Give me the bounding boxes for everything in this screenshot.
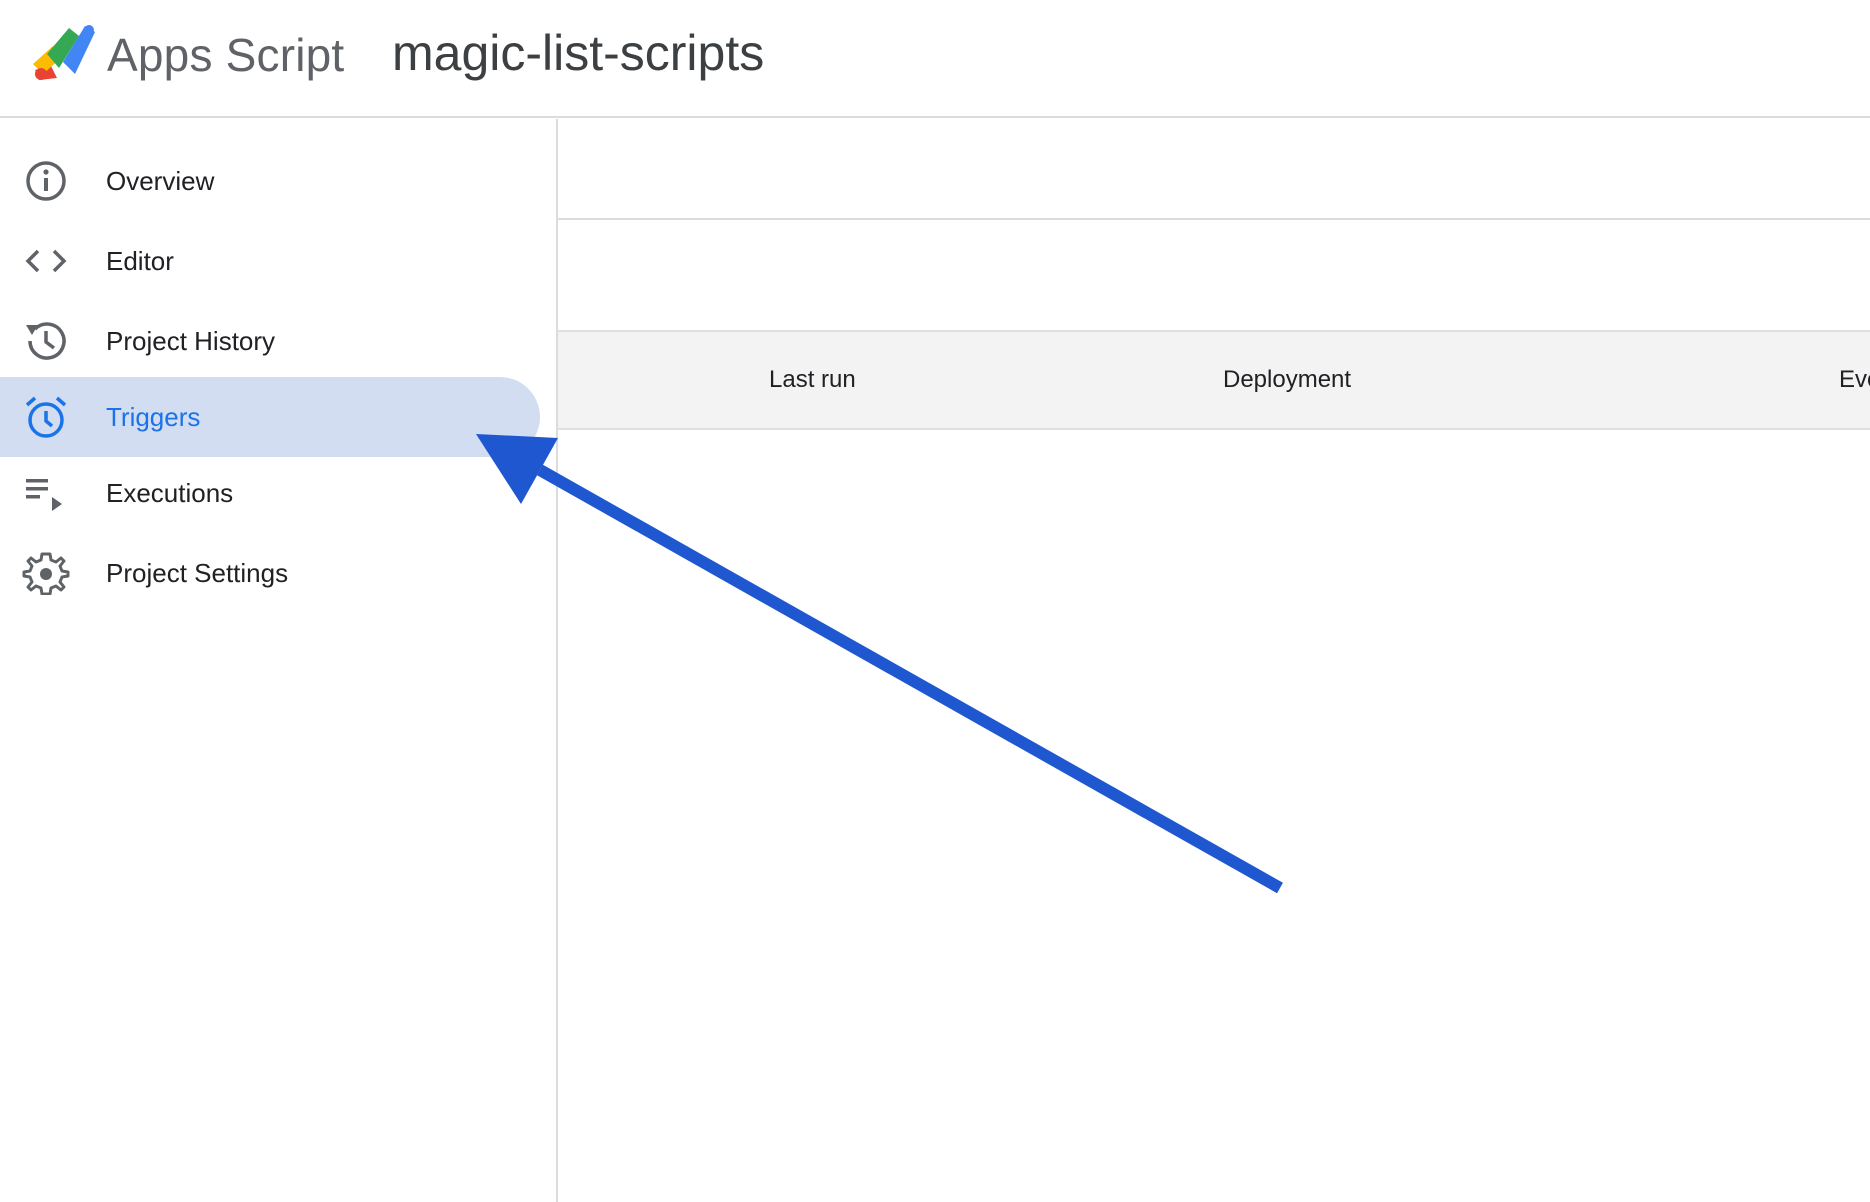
history-icon [26, 322, 66, 360]
sidebar-item-label: Overview [106, 166, 215, 196]
sidebar-item-triggers[interactable]: Triggers [0, 377, 540, 457]
sidebar-item-editor[interactable]: Editor [0, 221, 540, 301]
column-header-last-run[interactable]: Last run [769, 332, 856, 428]
triggers-table-header: Last run Deployment Eve [558, 330, 1870, 430]
sidebar-item-overview[interactable]: Overview [0, 141, 540, 221]
sidebar-item-label: Project Settings [106, 558, 289, 588]
sidebar-item-label: Executions [106, 478, 234, 508]
apps-script-triggers-page: Apps Script magic-list-scripts Overview … [0, 0, 1870, 1202]
sidebar-item-label: Project History [106, 326, 276, 356]
sidebar-item-label: Editor [106, 246, 174, 276]
product-name: Apps Script [107, 29, 345, 81]
gear-icon [22, 552, 70, 595]
playlist-play-icon [26, 479, 62, 511]
sidebar-item-label: Triggers [106, 402, 201, 432]
sidebar-nav: Overview Editor Project History Triggers… [0, 119, 558, 1202]
code-icon [25, 249, 67, 273]
divider [558, 218, 1870, 220]
alarm-clock-icon [25, 396, 67, 438]
main-content: Last run Deployment Eve [558, 119, 1870, 1202]
sidebar-item-executions[interactable]: Executions [0, 453, 540, 533]
top-bar: Apps Script magic-list-scripts [0, 0, 1870, 118]
sidebar-item-project-history[interactable]: Project History [0, 301, 540, 381]
sidebar-item-project-settings[interactable]: Project Settings [0, 533, 540, 613]
apps-script-logo-icon[interactable] [29, 24, 95, 80]
column-header-deployment[interactable]: Deployment [1223, 332, 1351, 428]
project-title[interactable]: magic-list-scripts [392, 24, 764, 82]
column-header-event[interactable]: Eve [1839, 332, 1870, 428]
info-icon [26, 161, 66, 201]
